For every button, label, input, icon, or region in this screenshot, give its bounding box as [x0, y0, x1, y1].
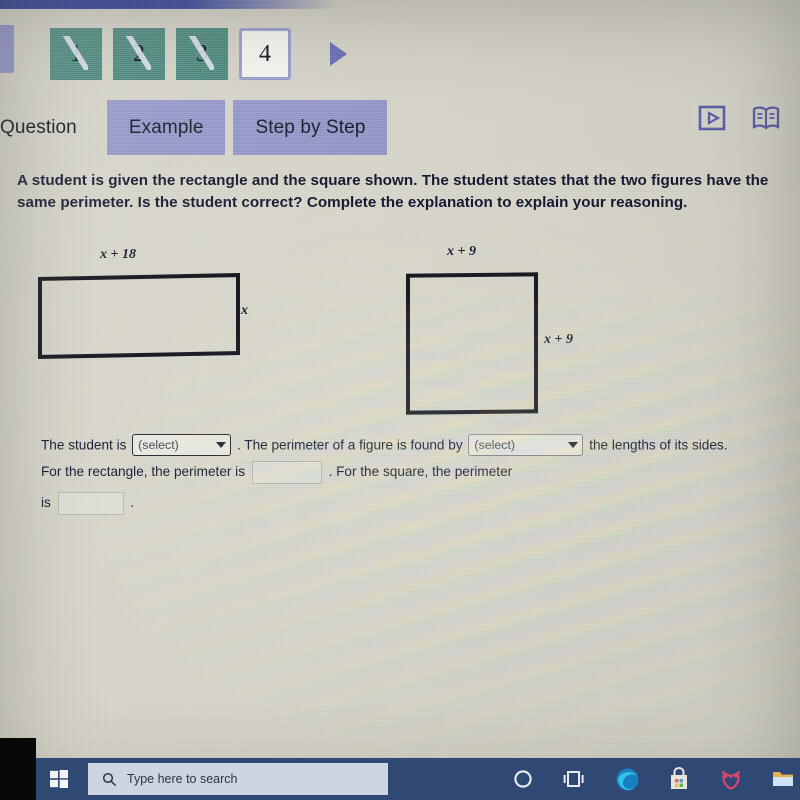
microsoft-store-icon	[671, 767, 687, 789]
explanation-text-part6: is	[41, 495, 51, 511]
firefox-icon	[721, 770, 741, 790]
firefox-button[interactable]	[718, 766, 744, 792]
rectangle-top-label: x + 18	[100, 247, 136, 262]
select-found-by[interactable]: (select)	[468, 434, 584, 457]
search-input[interactable]: Type here to search	[88, 763, 388, 795]
tool-icon-group	[690, 98, 788, 138]
tab-label: Example	[128, 116, 204, 138]
explorer-button[interactable]	[770, 766, 796, 792]
step-chip-1[interactable]: 1	[50, 28, 102, 80]
screen-photo: 1 2 3 4 Question Example Step by Step A …	[0, 0, 800, 800]
photo-edge-dark	[0, 738, 36, 800]
rectangle-side-label: x	[241, 303, 248, 318]
explanation-text-part5: . For the square, the perimeter	[328, 464, 513, 480]
step-indicator: 1 2 3 4	[50, 28, 347, 80]
edge-browser-icon	[616, 768, 638, 790]
rectangle-perimeter-input[interactable]	[251, 461, 322, 484]
explanation-text-part7: .	[130, 495, 135, 511]
task-view-button[interactable]	[562, 766, 588, 792]
file-explorer-icon	[773, 772, 793, 786]
cortana-button[interactable]	[510, 766, 536, 792]
select-student-is[interactable]: (select)	[132, 434, 232, 457]
task-view-icon	[563, 771, 584, 787]
tab-label: Question	[0, 116, 77, 138]
edge-button[interactable]	[614, 766, 640, 792]
tab-step-by-step[interactable]: Step by Step	[233, 100, 388, 155]
step-label: 4	[259, 40, 271, 67]
explanation-text-part2: . The perimeter of a figure is found by	[236, 437, 463, 453]
explanation-text-part4: For the rectangle, the perimeter is	[41, 464, 245, 480]
search-icon	[102, 772, 117, 786]
video-button[interactable]	[690, 98, 734, 138]
windows-logo-icon	[50, 770, 68, 788]
step-chip-3[interactable]: 3	[176, 28, 228, 80]
question-text: A student is given the rectangle and the…	[17, 172, 769, 211]
open-book-icon	[752, 106, 780, 130]
left-panel-fragment	[0, 25, 14, 73]
square-top-label: x + 9	[447, 244, 476, 259]
explanation-line-3: is .	[41, 492, 134, 515]
tab-question[interactable]: Question	[0, 100, 99, 155]
chevron-down-icon	[216, 442, 227, 449]
tab-label: Step by Step	[255, 116, 366, 138]
explanation-line-2: For the rectangle, the perimeter is . Fo…	[41, 461, 512, 484]
step-label: 2	[133, 40, 145, 67]
video-play-icon	[698, 105, 726, 131]
tab-bar: Question Example Step by Step	[0, 100, 388, 155]
explanation-block: The student is (select) . The perimeter …	[41, 430, 761, 460]
explanation-text-part1: The student is	[41, 437, 127, 453]
step-chip-2[interactable]: 2	[113, 28, 165, 80]
chevron-down-icon	[568, 442, 579, 449]
step-label: 3	[196, 40, 208, 67]
search-placeholder: Type here to search	[127, 772, 238, 786]
glossary-button[interactable]	[744, 98, 788, 138]
step-label: 1	[70, 40, 82, 67]
square-side-label: x + 9	[544, 332, 573, 347]
start-button[interactable]	[36, 758, 82, 800]
square-perimeter-input[interactable]	[57, 492, 124, 515]
step-chip-4[interactable]: 4	[239, 28, 291, 80]
cortana-circle-icon	[514, 770, 532, 788]
square-shape	[406, 272, 538, 415]
select-value: (select)	[474, 438, 516, 453]
browser-top-band	[0, 0, 340, 9]
taskbar-icons	[510, 766, 800, 792]
windows-taskbar: Type here to search	[36, 758, 800, 800]
tab-example[interactable]: Example	[106, 100, 226, 155]
rectangle-shape	[38, 273, 240, 359]
triangle-right-icon[interactable]	[330, 42, 347, 66]
select-value: (select)	[138, 438, 179, 453]
store-button[interactable]	[666, 766, 692, 792]
explanation-text-part3: the lengths of its sides.	[589, 437, 728, 453]
